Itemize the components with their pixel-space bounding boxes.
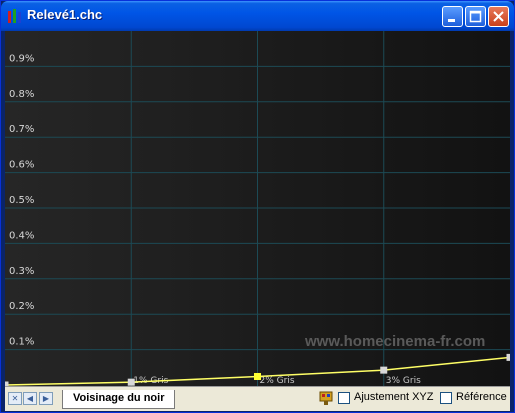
close-button[interactable] — [488, 6, 509, 27]
chart-svg: 0.9%0.8%0.7%0.6%0.5%0.4%0.3%0.2%0.1% 1% … — [5, 31, 510, 386]
y-tick-label: 0.4% — [9, 230, 34, 241]
x-axis-labels: 1% Gris 2% Gris 3% Gris — [133, 376, 421, 386]
watermark: www.homecinema-fr.com — [304, 333, 485, 350]
ajustement-xyz-label: Ajustement XYZ — [354, 391, 434, 403]
y-tick-label: 0.8% — [9, 89, 34, 100]
tab-prev-button[interactable]: ◀ — [23, 392, 37, 405]
maximize-button[interactable] — [465, 6, 486, 27]
y-axis-ticks: 0.9% 0.8% 0.7% 0.6% 0.5% 0.4% 0.3% 0.2% 0.1% — [9, 53, 34, 347]
y-tick-label: 0.2% — [9, 301, 34, 312]
data-point[interactable] — [127, 378, 135, 386]
client-area: 0.9% 0.8% 0.7% 0.6% 0.5% 0.4% 0.3% 0.2% 0.1% 1% … — [5, 31, 510, 411]
data-point[interactable] — [380, 366, 388, 374]
x-tick-label: 2% Gris — [260, 376, 295, 386]
chart-app-icon — [8, 9, 21, 23]
maximize-icon — [469, 10, 482, 23]
sheet-tab-bar: ✕ ◀ ▶ Voisinage du noir Ajustement XYZ R… — [5, 386, 510, 411]
minimize-icon — [448, 19, 455, 22]
y-tick-label: 0.3% — [9, 266, 34, 277]
y-tick-label: 0.6% — [9, 160, 34, 171]
window-title: Relevé1.chc — [27, 7, 103, 22]
reference-checkbox[interactable] — [440, 392, 452, 404]
app-window: Relevé1.chc 0.9% 0.8% 0.7% 0.6% 0.5% 0.4% 0.3%… — [0, 0, 515, 413]
ajustement-xyz-checkbox[interactable] — [338, 392, 350, 404]
y-tick-label: 0.7% — [9, 124, 34, 135]
y-tick-label: 0.5% — [9, 195, 34, 206]
data-point[interactable] — [254, 373, 261, 381]
y-tick-label: 0.9% — [9, 53, 34, 64]
measure-indicator-icon — [319, 391, 333, 405]
tab-first-button[interactable]: ✕ — [8, 392, 22, 405]
tab-next-button[interactable]: ▶ — [39, 392, 53, 405]
tab-voisinage-du-noir[interactable]: Voisinage du noir — [62, 390, 176, 409]
title-bar[interactable]: Relevé1.chc — [1, 1, 514, 31]
reference-label: Référence — [456, 391, 507, 403]
data-point[interactable] — [506, 353, 511, 361]
minimize-button[interactable] — [442, 6, 463, 27]
y-tick-label: 0.1% — [9, 337, 34, 348]
close-icon — [493, 11, 504, 22]
chart-area: 0.9% 0.8% 0.7% 0.6% 0.5% 0.4% 0.3% 0.2% 0.1% 1% … — [5, 31, 510, 386]
x-tick-label: 3% Gris — [386, 376, 421, 386]
